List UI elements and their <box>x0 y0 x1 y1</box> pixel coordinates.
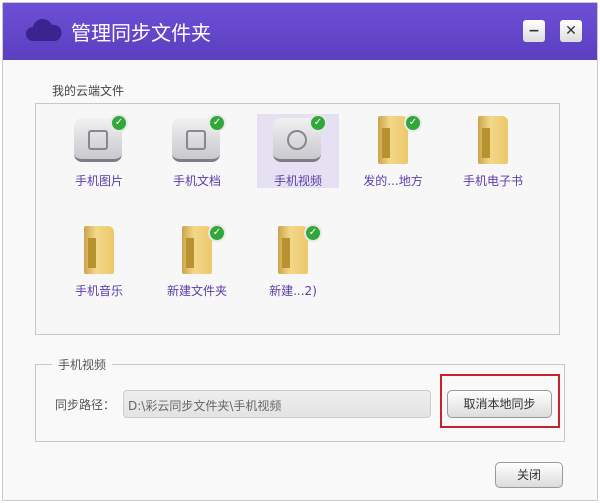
item-label: 新建文件夹 <box>166 284 227 298</box>
cancel-local-sync-button[interactable]: 取消本地同步 <box>447 390 552 418</box>
item-label: 手机音乐 <box>74 284 123 298</box>
file-item-ebooks[interactable]: 手机电子书 <box>452 114 534 188</box>
synced-check-icon: ✓ <box>110 114 128 132</box>
file-item-music[interactable]: 手机音乐 <box>58 224 140 298</box>
item-label: 手机图片 <box>74 174 123 188</box>
file-item-documents[interactable]: ✓ 手机文档 <box>156 114 238 188</box>
item-label: 新建...2) <box>269 284 317 298</box>
file-item-new-folder[interactable]: ✓ 新建文件夹 <box>156 224 238 298</box>
close-button[interactable]: 关闭 <box>495 462 563 488</box>
folder-icon <box>478 116 508 164</box>
file-item-photos[interactable]: ✓ 手机图片 <box>58 114 140 188</box>
window-title: 管理同步文件夹 <box>71 21 211 45</box>
minimize-button[interactable]: − <box>523 20 545 42</box>
synced-check-icon: ✓ <box>208 224 226 242</box>
file-item-folder[interactable]: ✓ 发的...地方 <box>352 114 434 188</box>
group-legend: 手机视频 <box>52 356 113 373</box>
file-item-new-folder-2[interactable]: ✓ 新建...2) <box>252 224 334 298</box>
sync-path-label: 同步路径： <box>55 398 116 412</box>
item-label: 发的...地方 <box>363 174 423 188</box>
synced-check-icon: ✓ <box>404 114 422 132</box>
cloud-files-panel: ✓ 手机图片 ✓ 手机文档 ✓ 手机视频 ✓ 发的...地方 手机电子书 手机音… <box>35 103 560 335</box>
synced-check-icon: ✓ <box>208 114 226 132</box>
item-label: 手机文档 <box>172 174 221 188</box>
file-item-videos[interactable]: ✓ 手机视频 <box>257 114 339 188</box>
close-window-button[interactable]: ✕ <box>560 20 582 42</box>
item-label: 手机电子书 <box>462 174 523 188</box>
sync-path-field[interactable]: D:\彩云同步文件夹\手机视频 <box>123 390 431 418</box>
cloud-logo-icon <box>26 19 62 41</box>
synced-check-icon: ✓ <box>304 224 322 242</box>
synced-check-icon: ✓ <box>309 114 327 132</box>
title-bar[interactable]: 管理同步文件夹 − ✕ <box>3 3 597 60</box>
section-label: 我的云端文件 <box>52 84 125 98</box>
folder-icon <box>84 226 114 274</box>
item-label: 手机视频 <box>273 174 322 188</box>
